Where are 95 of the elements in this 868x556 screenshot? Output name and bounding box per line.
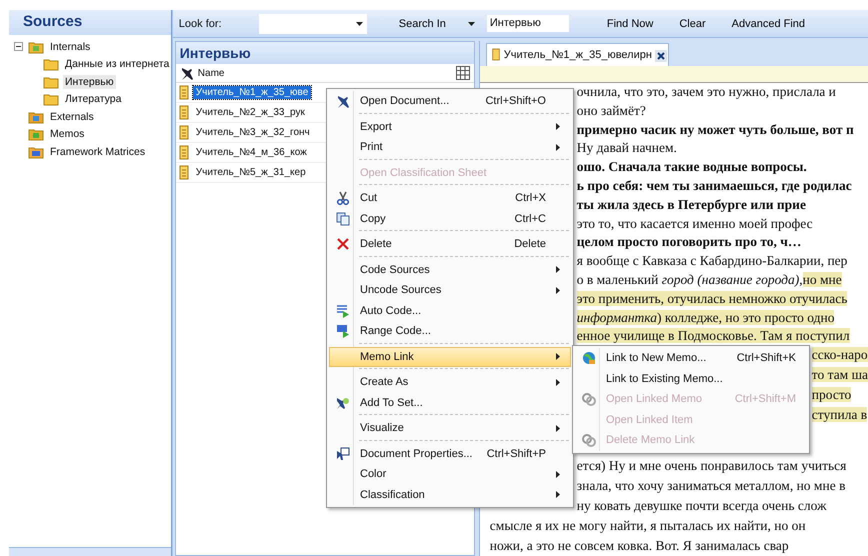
pin-icon bbox=[336, 396, 350, 410]
submenu-arrow-icon bbox=[556, 378, 560, 386]
document-text-line: целом просто поговорить про то, ч… bbox=[576, 234, 802, 250]
tree-item[interactable]: Memos bbox=[48, 127, 86, 142]
advanced-find-button[interactable]: Advanced Find bbox=[728, 18, 810, 30]
document-name[interactable]: Учитель_№2_ж_33_рук bbox=[192, 106, 308, 119]
folder-icon bbox=[43, 74, 59, 89]
document-text-line: ножи, а это не совсем ковка. Вот. Я занималась свар bbox=[490, 538, 789, 553]
menu-item[interactable]: Export bbox=[329, 116, 571, 137]
copy-icon bbox=[336, 212, 350, 226]
menu-item[interactable]: Add To Set... bbox=[329, 392, 571, 418]
tree-item[interactable]: Internals bbox=[48, 40, 92, 54]
folder-icon bbox=[43, 92, 59, 106]
collapse-icon[interactable] bbox=[14, 42, 23, 52]
tree-item[interactable]: Интервью bbox=[63, 74, 116, 89]
document-name[interactable]: Учитель_№1_ж_35_юве bbox=[192, 86, 312, 99]
scissors-icon bbox=[336, 191, 350, 206]
menu-item[interactable]: Visualize bbox=[329, 418, 571, 444]
look-for-label: Look for: bbox=[178, 18, 223, 30]
submenu-arrow-icon bbox=[556, 491, 560, 498]
menu-item[interactable]: Classification bbox=[329, 484, 571, 505]
menu-item[interactable]: Copy Ctrl+C bbox=[329, 208, 571, 234]
menu-item[interactable]: Auto Code... bbox=[329, 300, 571, 321]
menu-item[interactable]: Link to Existing Memo... bbox=[575, 368, 807, 389]
menu-item[interactable]: Delete Delete bbox=[329, 234, 571, 260]
menu-item[interactable]: Color bbox=[329, 464, 571, 484]
submenu-arrow-icon bbox=[556, 470, 560, 478]
document-tab[interactable]: Учитель_№1_ж_35_ювелирн bbox=[486, 42, 669, 66]
dropdown-icon[interactable] bbox=[468, 22, 475, 26]
lines-arrow-icon bbox=[336, 324, 350, 338]
delete-icon bbox=[336, 237, 350, 252]
submenu-arrow-icon bbox=[556, 144, 560, 151]
sources-header: Sources bbox=[9, 10, 172, 35]
submenu-arrow-icon bbox=[556, 286, 560, 294]
folder-icon bbox=[28, 40, 44, 54]
menu-item[interactable]: Code Sources bbox=[329, 260, 571, 280]
clear-button[interactable]: Clear bbox=[675, 18, 710, 30]
document-text-line: очнила, что это, зачем это нужно, прислала и bbox=[576, 84, 836, 100]
pin-icon bbox=[180, 66, 194, 80]
find-now-button[interactable]: Find Now bbox=[602, 18, 658, 30]
submenu-arrow-icon bbox=[556, 123, 560, 130]
tree-item[interactable]: Externals bbox=[48, 110, 96, 124]
tree-item[interactable]: Framework Matrices bbox=[48, 144, 148, 159]
resize-grip[interactable] bbox=[9, 547, 172, 556]
document-icon bbox=[178, 165, 190, 180]
menu-item[interactable]: Cut Ctrl+X bbox=[329, 188, 571, 208]
search-in-button[interactable]: Search In bbox=[394, 18, 450, 30]
document-text-line: я вообще с Кавказа с Кабардино-Балкарии, пер bbox=[576, 253, 848, 268]
document-icon bbox=[178, 145, 190, 160]
menu-item[interactable]: Create As bbox=[329, 372, 571, 392]
menu-item[interactable]: Uncode Sources bbox=[329, 280, 571, 300]
document-icon bbox=[178, 105, 190, 120]
look-for-field[interactable] bbox=[258, 14, 367, 34]
search-in-field[interactable]: Интервью bbox=[486, 15, 569, 32]
folder-icon bbox=[28, 127, 44, 142]
name-column-header[interactable]: Name bbox=[198, 68, 452, 78]
document-text-line: ты жила здесь в Петербурге или прие bbox=[576, 196, 806, 212]
submenu-arrow-icon bbox=[556, 266, 560, 274]
grid-icon[interactable] bbox=[456, 66, 470, 80]
document-text-line: знала, что хочу заниматься металлом, но мне в bbox=[576, 478, 846, 493]
list-title: Интервью bbox=[176, 42, 474, 64]
document-text-line: примерно часик ну может чуть больше, вот п bbox=[576, 122, 854, 137]
dropdown-icon[interactable] bbox=[356, 22, 363, 26]
link-icon bbox=[582, 392, 596, 406]
tree-item[interactable]: Данные из интернета bbox=[63, 57, 172, 72]
globe-icon bbox=[582, 351, 596, 366]
tree-item[interactable]: Литература bbox=[63, 92, 124, 106]
menu-item[interactable]: Print bbox=[329, 137, 571, 162]
document-text-line: Ну давай начнем. bbox=[576, 140, 677, 156]
document-name[interactable]: Учитель_№3_ж_32_гонч bbox=[192, 126, 313, 139]
document-text-line: ь про себя: чем ты занимаешься, где родилас bbox=[576, 178, 852, 194]
submenu-arrow-icon bbox=[556, 353, 560, 360]
document-text-line: ошо. Сначала такие водные вопросы. bbox=[576, 159, 807, 174]
folder-icon bbox=[43, 57, 59, 72]
document-name[interactable]: Учитель_№5_ж_31_кер bbox=[192, 166, 309, 179]
document-text-line: ну ковать девушке почти всегда очень слож bbox=[576, 498, 826, 513]
link-icon bbox=[582, 433, 596, 448]
document-icon bbox=[178, 125, 190, 140]
pin-icon bbox=[336, 94, 350, 108]
document-name[interactable]: Учитель_№4_м_36_кож bbox=[192, 146, 310, 159]
lines-arrow-icon bbox=[336, 304, 350, 318]
document-icon bbox=[178, 85, 190, 100]
menu-item[interactable]: Link to New Memo... Ctrl+Shift+K bbox=[575, 348, 807, 368]
document-icon bbox=[490, 48, 501, 62]
folder-icon bbox=[28, 110, 44, 124]
pin-icon bbox=[336, 446, 350, 461]
folder-icon bbox=[28, 144, 44, 159]
document-text-line: это то, что касается именно моей профес bbox=[576, 216, 813, 231]
document-text-line: ется) Ну и мне очень понравилось там учиться bbox=[576, 458, 846, 473]
menu-item[interactable]: Document Properties... Ctrl+Shift+P bbox=[329, 444, 571, 464]
document-text-line: о в маленький город (название города),но мне bbox=[576, 272, 842, 288]
submenu-arrow-icon bbox=[556, 424, 560, 432]
menu-item[interactable]: Open Document... Ctrl+Shift+O bbox=[329, 91, 571, 116]
document-text-line: оно займёт? bbox=[576, 102, 646, 118]
document-text-line: смысле я их не могу найти, я пыталась их найти, но он bbox=[490, 518, 806, 533]
